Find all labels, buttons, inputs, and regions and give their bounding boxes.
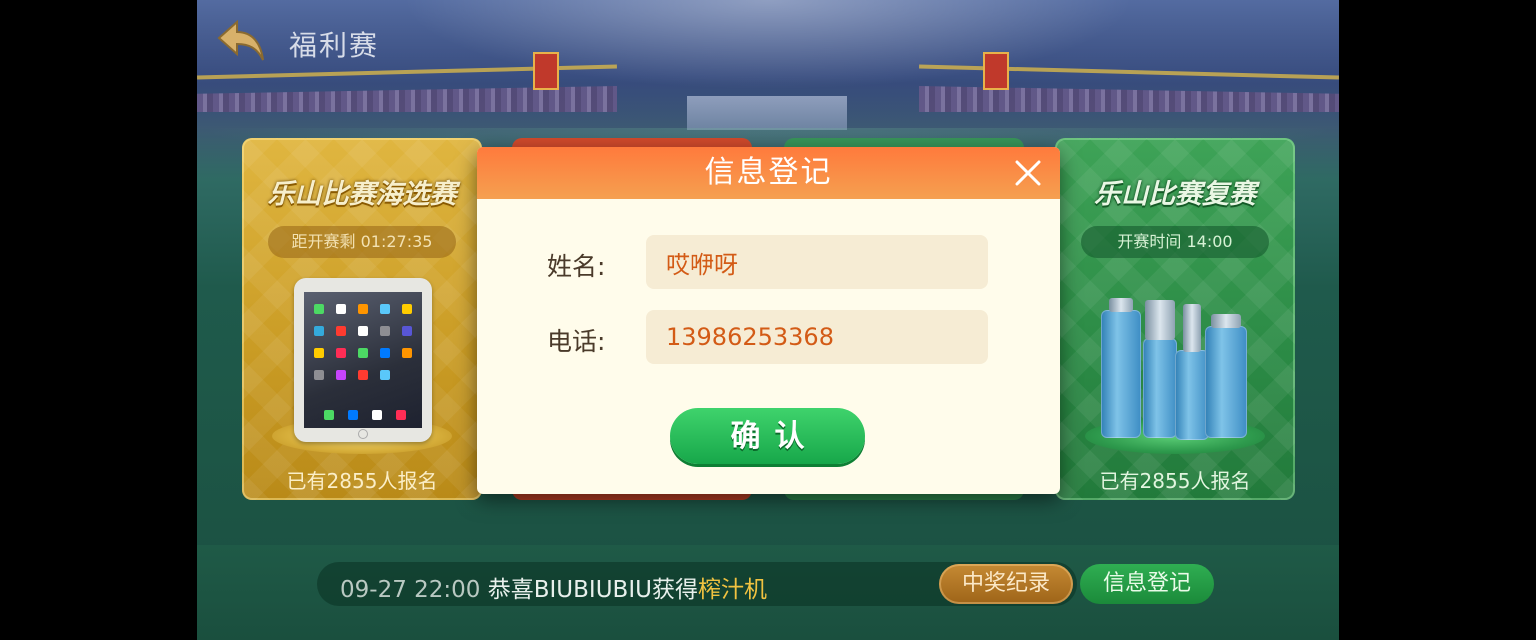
tournament-card-audition[interactable]: 乐山比赛海选赛 距开赛剩 01:27:35 已有2855人报名 — [242, 138, 482, 500]
tournament-card-rematch[interactable]: 乐山比赛复赛 开赛时间 14:00 已有2855人报名 — [1055, 138, 1295, 500]
ticker-text: 09-27 22:00 恭喜BIUBIUBIU获得榨汁机 — [340, 570, 767, 604]
start-time-pill: 开赛时间 14:00 — [1081, 226, 1269, 258]
flag-icon — [533, 52, 559, 90]
home-button-icon — [358, 429, 368, 439]
signup-count: 已有2855人报名 — [286, 469, 438, 493]
ticker-time: 09-27 22:00 — [340, 577, 481, 603]
stadium-stage — [687, 96, 847, 130]
ticker-message: 恭喜BIUBIUBIU获得 — [487, 577, 698, 603]
info-register-dialog: 信息登记 姓名: 电话: 确认 — [477, 147, 1060, 494]
phone-label: 电话: — [547, 327, 606, 356]
phone-field-box — [646, 310, 988, 364]
name-label: 姓名: — [547, 252, 606, 281]
phone-input[interactable] — [666, 310, 976, 364]
win-records-button[interactable]: 中奖纪录 — [939, 564, 1073, 604]
card-title: 乐山比赛复赛 — [1094, 179, 1256, 210]
name-input[interactable] — [666, 235, 976, 289]
name-field-box — [646, 235, 988, 289]
ticker-prize: 榨汁机 — [697, 577, 767, 603]
flag-icon — [983, 52, 1009, 90]
countdown-pill: 距开赛剩 01:27:35 — [268, 226, 456, 258]
confirm-button[interactable]: 确认 — [670, 408, 865, 464]
info-register-button[interactable]: 信息登记 — [1080, 564, 1214, 604]
ipad-icon — [294, 278, 432, 442]
back-arrow-icon[interactable] — [215, 16, 267, 64]
page-title: 福利赛 — [289, 29, 380, 62]
card-title: 乐山比赛海选赛 — [267, 179, 457, 210]
dialog-title: 信息登记 — [704, 155, 833, 190]
signup-count: 已有2855人报名 — [1099, 469, 1251, 493]
ipad-screen — [304, 292, 422, 428]
close-icon[interactable] — [1014, 159, 1042, 187]
